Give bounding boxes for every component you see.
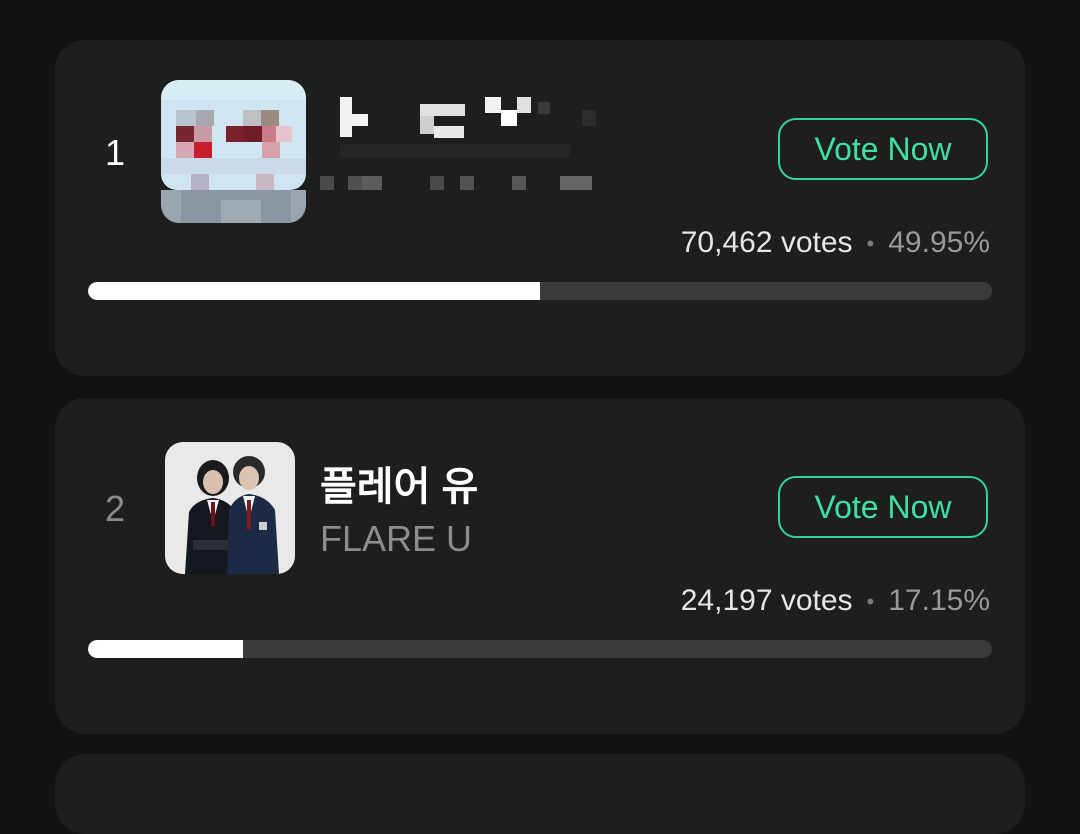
artist-name-pixelated	[320, 92, 610, 202]
pixelated-photo-icon	[161, 80, 306, 223]
artist-name-english: FLARE U	[320, 518, 473, 559]
vote-percentage: 17.15%	[888, 584, 990, 617]
vote-now-button[interactable]: Vote Now	[778, 118, 988, 180]
vote-percentage: 49.95%	[888, 226, 990, 259]
artist-name-korean: 플레어 유	[320, 465, 479, 509]
separator-dot: •	[866, 231, 875, 257]
progress-bar	[88, 282, 992, 300]
rank-number: 2	[105, 488, 126, 529]
ranking-card-1: 1 Vote Now 70,462 votes • 49.95%	[55, 40, 1025, 376]
rank-number: 1	[105, 132, 126, 173]
vote-count: 24,197 votes	[680, 584, 853, 617]
vote-stats: 70,462 votes • 49.95%	[681, 226, 990, 260]
vote-now-button[interactable]: Vote Now	[778, 476, 988, 538]
ranking-card-3	[55, 754, 1025, 834]
separator-dot: •	[866, 589, 875, 615]
vote-count: 70,462 votes	[680, 226, 853, 259]
artist-thumbnail[interactable]	[165, 442, 295, 574]
vote-stats: 24,197 votes • 17.15%	[681, 584, 990, 618]
progress-fill	[88, 640, 244, 658]
artist-photo-icon	[165, 442, 295, 574]
ranking-card-2: 2 플레어 유 FLARE U Vote Now 24,197 votes • 17…	[55, 398, 1025, 734]
progress-bar	[88, 640, 992, 658]
progress-fill	[88, 282, 540, 300]
artist-thumbnail[interactable]	[161, 80, 306, 223]
pixelated-text-icon	[320, 97, 596, 190]
